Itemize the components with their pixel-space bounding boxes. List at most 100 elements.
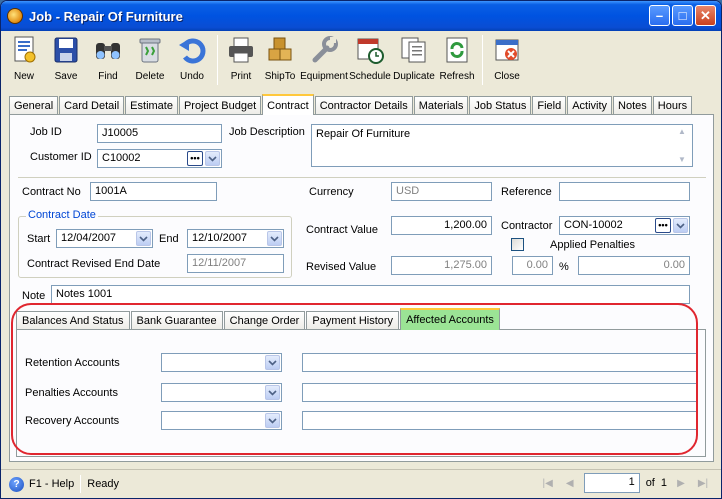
tab-contractor-details[interactable]: Contractor Details <box>314 96 413 115</box>
next-record-button[interactable]: ▶ <box>673 475 689 491</box>
current-page-field[interactable]: 1 <box>583 473 640 493</box>
recovery-accounts-label: Recovery Accounts <box>25 415 120 427</box>
chevron-down-icon <box>268 359 277 366</box>
recovery-account-description[interactable] <box>302 411 698 430</box>
minimize-button[interactable]: – <box>649 5 670 26</box>
contractor-field[interactable]: CON-10002 ••• <box>559 216 690 235</box>
job-id-field[interactable]: J10005 <box>97 124 222 143</box>
wrench-icon <box>309 35 339 65</box>
window-title: Job - Repair Of Furniture <box>29 8 183 24</box>
penalties-account-select[interactable] <box>161 383 282 402</box>
refresh-button[interactable]: Refresh <box>436 33 478 87</box>
end-date-dropdown-button[interactable] <box>267 231 282 246</box>
customer-id-field[interactable]: C10002 ••• <box>97 149 222 168</box>
tab-change-order[interactable]: Change Order <box>223 311 306 330</box>
delete-button[interactable]: Delete <box>129 33 171 87</box>
schedule-button[interactable]: Schedule <box>348 33 392 87</box>
note-field[interactable]: Notes 1001 <box>51 285 690 304</box>
shipto-button[interactable]: ShipTo <box>260 33 300 87</box>
tab-materials[interactable]: Materials <box>413 96 469 115</box>
tab-payment-history[interactable]: Payment History <box>306 311 400 330</box>
save-button[interactable]: Save <box>45 33 87 87</box>
first-record-button[interactable]: |◀ <box>540 475 556 491</box>
scroll-down-icon[interactable]: ▼ <box>678 155 690 164</box>
tab-notes[interactable]: Notes <box>613 96 652 115</box>
minimize-icon: – <box>655 8 664 23</box>
customer-lookup-button[interactable]: ••• <box>187 151 203 166</box>
reference-field[interactable] <box>559 182 690 201</box>
close-window-button[interactable]: ✕ <box>695 5 716 26</box>
toolbar-separator <box>482 35 483 85</box>
tab-hours[interactable]: Hours <box>652 96 693 115</box>
applied-penalties-checkbox[interactable] <box>511 238 524 251</box>
retention-account-dropdown-button[interactable] <box>265 355 280 370</box>
penalty-amount-field[interactable]: 0.00 <box>512 256 553 275</box>
chevron-down-icon <box>268 417 277 424</box>
tab-balances-and-status[interactable]: Balances And Status <box>16 311 130 330</box>
contractor-dropdown-button[interactable] <box>673 218 688 233</box>
app-icon[interactable] <box>7 8 23 24</box>
last-record-button[interactable]: ▶| <box>695 475 711 491</box>
tab-project-budget[interactable]: Project Budget <box>178 96 262 115</box>
maximize-icon: □ <box>678 8 687 23</box>
description-scrollbar[interactable]: ▲ ▼ <box>678 127 690 164</box>
close-window-icon <box>492 35 522 65</box>
print-button[interactable]: Print <box>222 33 260 87</box>
currency-label: Currency <box>309 186 354 198</box>
next-record-icon: ▶ <box>677 477 685 489</box>
contractor-value: CON-10002 <box>564 219 623 231</box>
recovery-account-select[interactable] <box>161 411 282 430</box>
help-icon[interactable]: ? <box>9 476 24 492</box>
undo-button[interactable]: Undo <box>171 33 213 87</box>
sub-tab-strip: Balances And Status Bank Guarantee Chang… <box>16 308 501 330</box>
equipment-button[interactable]: Equipment <box>300 33 348 87</box>
tab-affected-accounts[interactable]: Affected Accounts <box>400 308 500 330</box>
revised-end-date-field[interactable]: 12/11/2007 <box>187 254 284 273</box>
tab-estimate[interactable]: Estimate <box>125 96 178 115</box>
contract-value-field[interactable]: 1,200.00 <box>391 216 492 235</box>
job-description-label: Job Description <box>229 126 305 138</box>
job-description-text: Repair Of Furniture <box>316 128 411 140</box>
chevron-down-icon <box>268 389 277 396</box>
recovery-account-dropdown-button[interactable] <box>265 413 280 428</box>
tab-bank-guarantee[interactable]: Bank Guarantee <box>130 311 223 330</box>
title-bar[interactable]: Job - Repair Of Furniture – □ ✕ <box>1 1 721 31</box>
trash-can-icon <box>135 35 165 65</box>
revised-value-field[interactable]: 1,275.00 <box>391 256 492 275</box>
previous-record-button[interactable]: ◀ <box>562 475 578 491</box>
tab-activity[interactable]: Activity <box>567 96 613 115</box>
calendar-clock-icon <box>355 35 385 65</box>
start-date-field[interactable]: 12/04/2007 <box>56 229 153 248</box>
tab-contract[interactable]: Contract <box>262 94 314 115</box>
customer-dropdown-button[interactable] <box>205 151 220 166</box>
binoculars-icon <box>93 35 123 65</box>
tab-general[interactable]: General <box>9 96 59 115</box>
penalties-account-dropdown-button[interactable] <box>265 385 280 400</box>
penalty-percent-field[interactable]: 0.00 <box>578 256 690 275</box>
contract-no-field[interactable]: 1001A <box>90 182 217 201</box>
total-pages: 1 <box>660 477 667 489</box>
find-button[interactable]: Find <box>87 33 129 87</box>
job-description-field[interactable]: Repair Of Furniture ▲ ▼ <box>311 124 693 167</box>
tab-field[interactable]: Field <box>532 96 567 115</box>
retention-account-description[interactable] <box>302 353 698 372</box>
retention-account-select[interactable] <box>161 353 282 372</box>
tab-card-detail[interactable]: Card Detail <box>59 96 125 115</box>
contractor-lookup-button[interactable]: ••• <box>655 218 671 233</box>
last-record-icon: ▶| <box>697 477 709 489</box>
scroll-up-icon[interactable]: ▲ <box>678 127 690 136</box>
maximize-button[interactable]: □ <box>672 5 693 26</box>
contract-tab-panel: Job ID J10005 Job Description Repair Of … <box>9 114 714 462</box>
new-button[interactable]: New <box>3 33 45 87</box>
tab-job-status[interactable]: Job Status <box>469 96 532 115</box>
previous-record-icon: ◀ <box>565 477 574 489</box>
chevron-down-icon <box>270 235 279 242</box>
close-button[interactable]: Close <box>487 33 527 87</box>
duplicate-button[interactable]: Duplicate <box>392 33 436 87</box>
start-date-dropdown-button[interactable] <box>136 231 151 246</box>
toolbar-separator <box>217 35 218 85</box>
penalties-account-description[interactable] <box>302 383 698 402</box>
currency-field[interactable]: USD <box>391 182 492 201</box>
status-separator <box>80 475 82 493</box>
end-date-field[interactable]: 12/10/2007 <box>187 229 284 248</box>
